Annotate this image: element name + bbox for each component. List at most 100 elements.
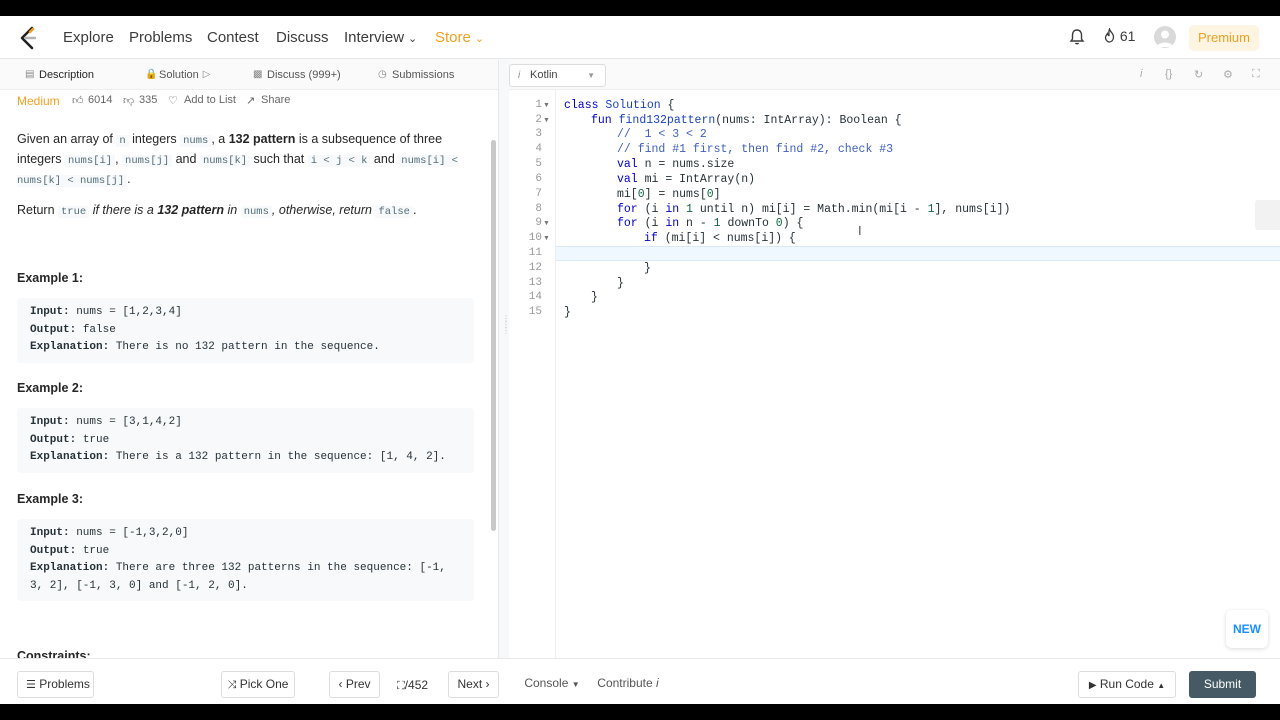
tab-discuss-label: Discuss (999+) [267,69,341,81]
info-icon: i [518,70,521,81]
fold-arrow-icon[interactable]: ▼ [543,98,550,113]
caret-down-icon: ▼ [571,680,580,689]
code-line: for (i in n - 1 downTo 0) { [617,217,804,230]
share-icon[interactable]: ↗ [246,94,255,107]
line-number-gutter: 1 ▼ 2 ▼ 3 4 5 6 7 8 9 ▼ 10 ▼ 11 12 13 14… [509,90,556,658]
code-line: } [591,291,598,304]
nav-store-label: Store [435,29,471,46]
example-block: Input: nums = [1,2,3,4] Output: false Ex… [17,298,474,363]
thumbs-up-icon[interactable]: 👍︎ [72,94,84,107]
heart-icon[interactable]: ♡ [168,94,178,107]
line-number: 15 [528,306,542,318]
premium-button[interactable]: Premium [1189,25,1259,51]
line-number: 12 [528,262,542,274]
tab-description[interactable]: ▤ Description [25,69,94,81]
desc-text: , a [211,132,229,146]
input-label: Input: [30,416,70,428]
dislikes-count: 335 [139,94,158,106]
contribute-button[interactable]: Contribute i [592,671,664,698]
output-value: false [76,323,116,336]
line-number: 7 [535,188,542,200]
fullscreen-icon[interactable]: ⛶ [1252,68,1260,81]
text-cursor-icon: I [858,223,862,238]
pick-one-button[interactable]: ⤨ Pick One [221,671,295,698]
nav-store[interactable]: Store ⌄ [435,29,484,46]
return-paragraph: Return true if there is a 132 pattern in… [17,201,477,221]
example-title: Example 2: [17,381,84,395]
input-label: Input: [30,306,70,318]
reset-icon[interactable]: ↻ [1194,68,1203,81]
chevron-left-icon: ‹ [338,677,343,691]
desc-text: and [172,152,200,166]
inline-code: nums[k] [199,155,251,167]
lock-icon: 🔒 [145,69,158,80]
input-label: Input: [30,527,70,539]
input-value: nums = [-1,3,2,0] [69,527,189,539]
example-output: Output: true [30,543,461,561]
braces-icon[interactable]: {} [1165,68,1172,80]
nav-problems[interactable]: Problems [129,29,192,46]
nav-discuss[interactable]: Discuss [276,29,329,46]
example-explanation: Explanation: There is a 132 pattern in t… [30,449,461,467]
desc-text: Given an array of [17,132,117,146]
avatar[interactable] [1154,26,1176,48]
fold-arrow-icon[interactable]: ▼ [543,216,550,231]
thumbs-down-icon[interactable]: 👎︎ [123,94,134,107]
example-input: Input: nums = [-1,3,2,0] [30,525,461,543]
new-badge[interactable]: NEW [1226,610,1268,648]
problem-description: Given an array of n integers nums, a 132… [17,130,477,232]
code-area[interactable]: class Solution { fun find132pattern(nums… [556,90,1280,658]
example-explanation: Explanation: There are three 132 pattern… [30,560,461,578]
share-link[interactable]: Share [261,94,290,106]
tab-discuss[interactable]: ▩ Discuss (999+) [253,69,341,81]
description-scrollbar[interactable] [491,140,496,531]
problems-button[interactable]: ☰ Problems [17,671,94,698]
output-value: true [76,544,110,557]
problem-tabs: ▤ Description 🔒 Solution ▷ ▩ Discuss (99… [0,60,498,90]
tab-submissions-label: Submissions [392,69,455,81]
panel-splitter[interactable] [500,60,509,658]
run-code-label: Run Code [1099,677,1154,691]
chat-icon: ▩ [253,69,263,80]
desc-italic: if there is a [89,203,158,217]
description-panel: ▤ Description 🔒 Solution ▷ ▩ Discuss (99… [0,60,499,658]
fold-arrow-icon[interactable]: ▼ [543,113,550,128]
shuffle-icon: ⤨ [227,679,237,691]
info-icon[interactable]: i [1140,68,1142,80]
example-title: Example 1: [17,271,84,285]
line-number: 9 [535,217,542,229]
desc-text: and [370,152,399,166]
inline-code: n [116,135,129,147]
problem-counter: ⛶/452 [397,678,428,693]
console-label: Console [524,676,569,690]
explanation-label: Explanation: [30,451,110,463]
nav-explore[interactable]: Explore [63,29,114,46]
submit-button[interactable]: Submit [1189,671,1256,698]
chevron-down-icon: ⌄ [474,33,485,45]
add-to-list-link[interactable]: Add to List [184,94,236,106]
run-code-button[interactable]: ▶ Run Code ▲ [1078,671,1176,698]
side-feedback-tab[interactable] [1255,200,1280,230]
settings-icon[interactable]: ⚙ [1223,68,1233,81]
likes-count: 6014 [88,94,113,106]
nav-contest[interactable]: Contest [207,29,259,46]
language-select[interactable]: i Kotlin ▼ [509,64,606,87]
counter-total: /452 [404,678,429,692]
explanation-label: Explanation: [30,341,110,353]
desc-text: such that [250,152,308,166]
tab-solution[interactable]: 🔒 Solution ▷ [145,69,213,81]
bottom-bar: ☰ Problems ⤨ Pick One ‹ Prev ⛶/452 Next … [0,658,1280,704]
streak-counter[interactable]: 61 [1103,26,1135,44]
tab-submissions[interactable]: ◷ Submissions [378,69,454,81]
fold-arrow-icon[interactable]: ▼ [543,231,550,246]
inline-code: false [375,206,413,218]
prev-button[interactable]: ‹ Prev [329,671,380,698]
bell-icon[interactable] [1069,28,1085,46]
console-button[interactable]: Console ▼ [519,671,585,698]
next-button[interactable]: Next › [448,671,499,698]
caret-up-icon: ▲ [1157,681,1166,690]
line-number: 8 [535,203,542,215]
output-label: Output: [30,544,77,557]
leetcode-logo-icon[interactable] [17,26,39,50]
nav-interview[interactable]: Interview ⌄ [344,29,417,46]
